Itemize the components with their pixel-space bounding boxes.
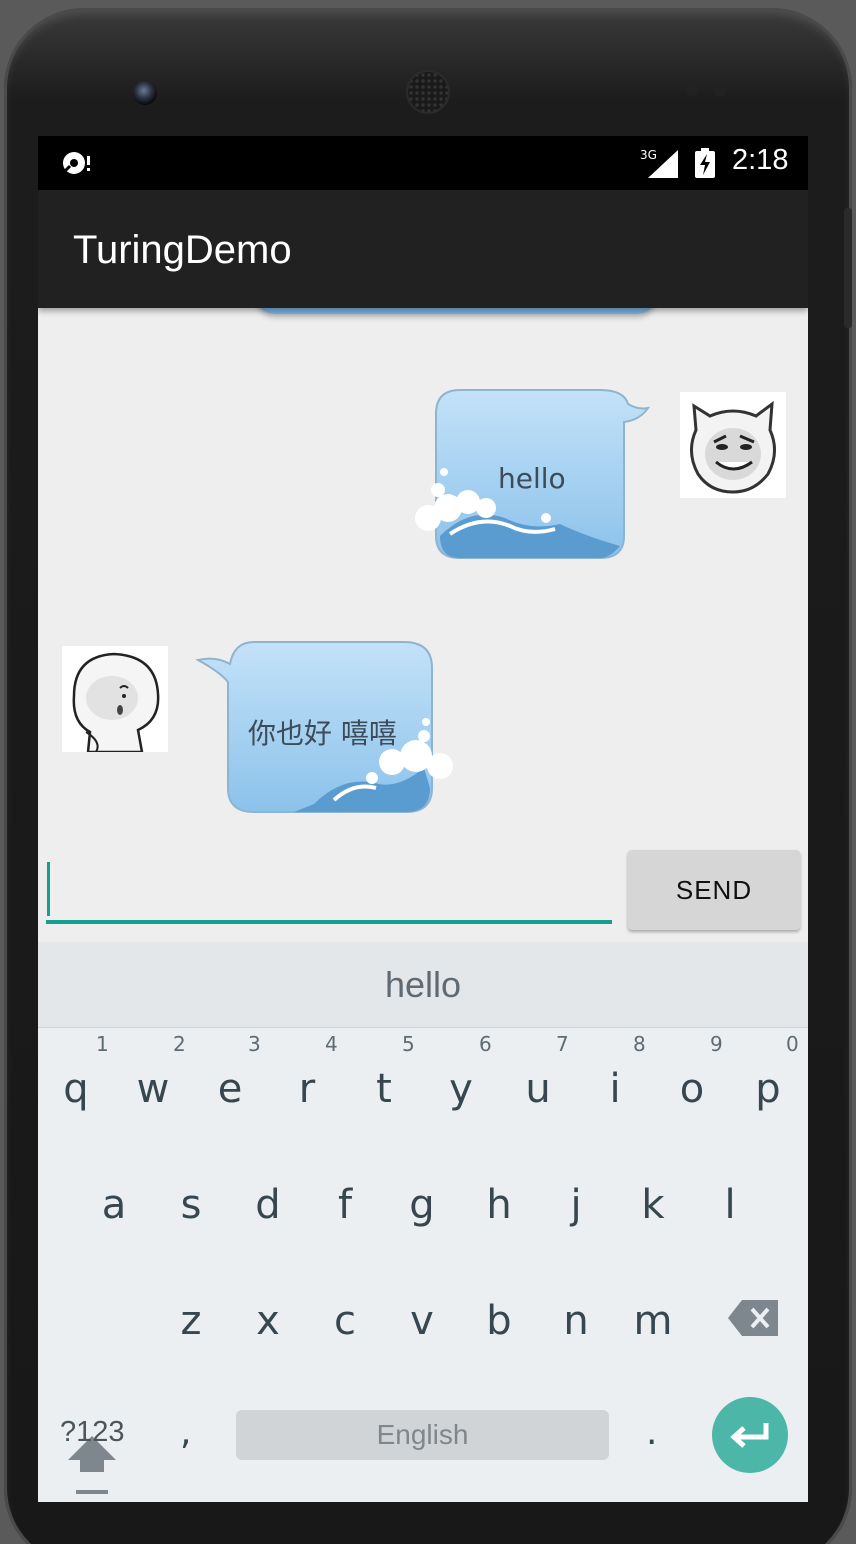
key-u[interactable]: u7 [500,1032,576,1112]
previous-bubble [256,308,656,314]
key-b[interactable]: b [461,1298,537,1344]
key-v[interactable]: v [384,1298,460,1344]
earpiece-speaker [408,72,448,112]
key-l[interactable]: l [692,1182,768,1228]
enter-icon [730,1423,769,1448]
suggestion-word[interactable]: hello [38,964,808,1006]
key-r[interactable]: r4 [269,1032,345,1112]
key-f[interactable]: f [307,1182,383,1228]
clock: 2:18 [732,144,789,176]
proximity-sensor [686,84,698,96]
key-a[interactable]: a [76,1182,152,1228]
light-sensor [714,84,726,96]
symbols-key[interactable]: ?123 [60,1416,125,1449]
key-w[interactable]: w2 [115,1032,191,1112]
chat-list[interactable]: hello 你也好 嘻嘻 [38,308,808,842]
key-n[interactable]: n [538,1298,614,1344]
text-cursor [47,862,50,916]
user-avatar[interactable] [680,392,786,498]
bot-avatar[interactable] [62,646,168,752]
screen: 3G 2:18 TuringDemo hello 你也好 嘻嘻 SEND hel… [38,136,808,1502]
key-k[interactable]: k [615,1182,691,1228]
key-y[interactable]: y6 [423,1032,499,1112]
backspace-key[interactable] [728,1298,780,1338]
key-x[interactable]: x [230,1298,306,1344]
message-input[interactable] [46,858,612,924]
key-z[interactable]: z [153,1298,229,1344]
message-text: hello [498,462,566,495]
network-type: 3G [640,148,657,162]
send-button[interactable]: SEND [628,850,800,930]
signal-icon: 3G [640,148,678,178]
volume-button [844,208,852,328]
suggestion-strip: hello [38,942,808,1028]
status-bar: 3G 2:18 [38,136,808,190]
key-o[interactable]: o9 [654,1032,730,1112]
key-s[interactable]: s [153,1182,229,1228]
comma-key[interactable]: , [180,1412,191,1453]
front-camera [133,81,157,105]
key-i[interactable]: i8 [577,1032,653,1112]
compose-bar: SEND [38,842,808,942]
key-h[interactable]: h [461,1182,537,1228]
app-title: TuringDemo [73,228,292,272]
key-q[interactable]: q1 [38,1032,114,1112]
soft-keyboard: hello q1 w2 e3 r4 t5 y6 u7 i8 o9 p0 a s … [38,942,808,1502]
debug-icon [62,152,90,174]
key-j[interactable]: j [538,1182,614,1228]
backspace-icon [728,1300,778,1336]
key-p[interactable]: p0 [730,1032,806,1112]
period-key[interactable]: . [646,1412,657,1453]
key-e[interactable]: e3 [192,1032,268,1112]
key-m[interactable]: m [615,1298,691,1344]
battery-charging-icon [695,148,715,178]
key-d[interactable]: d [230,1182,306,1228]
app-bar: TuringDemo [38,190,808,308]
enter-key[interactable] [712,1397,788,1473]
space-key[interactable]: English [236,1410,609,1460]
message-text: 你也好 嘻嘻 [248,717,397,750]
key-t[interactable]: t5 [346,1032,422,1112]
key-c[interactable]: c [307,1298,383,1344]
key-g[interactable]: g [384,1182,460,1228]
